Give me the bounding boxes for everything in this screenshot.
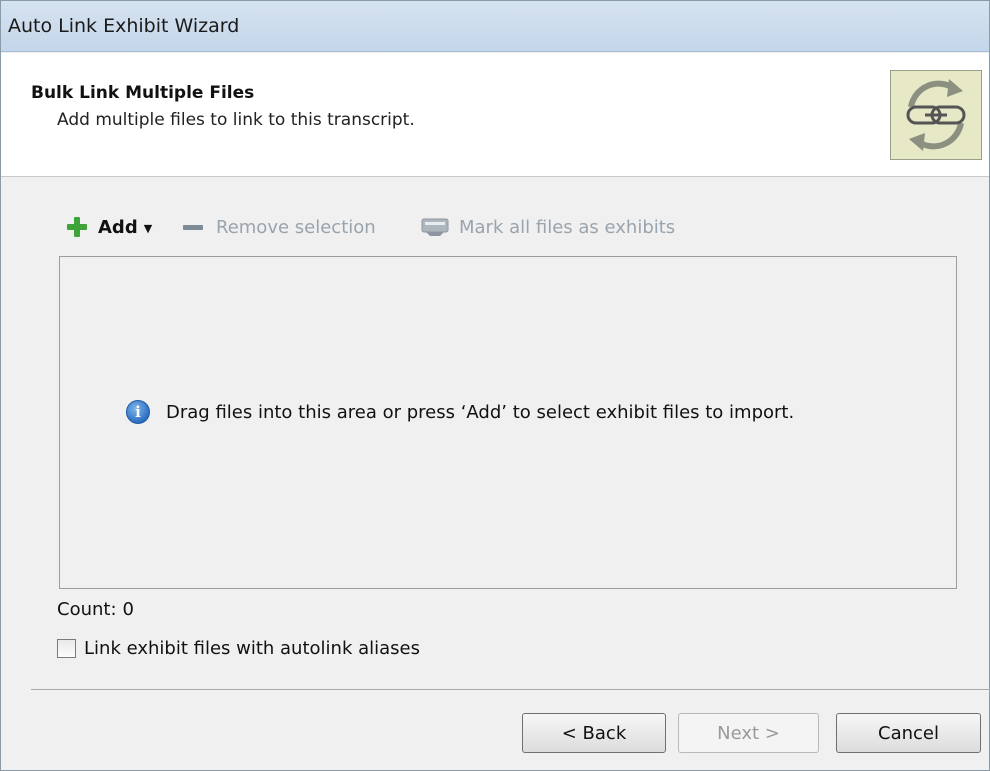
next-button[interactable]: Next > bbox=[678, 713, 819, 753]
autolink-aliases-option[interactable]: Link exhibit files with autolink aliases bbox=[57, 638, 420, 659]
add-label: Add bbox=[98, 216, 138, 238]
exhibit-stamp-icon bbox=[419, 217, 451, 237]
autolink-aliases-checkbox[interactable] bbox=[57, 639, 76, 658]
window-title: Auto Link Exhibit Wizard bbox=[8, 15, 240, 37]
page-title: Bulk Link Multiple Files bbox=[31, 83, 255, 103]
page-subtitle: Add multiple files to link to this trans… bbox=[57, 110, 415, 130]
add-button[interactable]: Add ▼ bbox=[67, 213, 152, 241]
drop-message: Drag files into this area or press ‘Add’… bbox=[166, 401, 795, 423]
remove-selection-button[interactable]: Remove selection bbox=[183, 213, 376, 241]
drop-instructions: i Drag files into this area or press ‘Ad… bbox=[126, 400, 794, 424]
autolink-aliases-label: Link exhibit files with autolink aliases bbox=[84, 638, 420, 659]
file-count: Count: 0 bbox=[57, 599, 134, 620]
minus-icon bbox=[183, 224, 203, 230]
toolbar: Add ▼ Remove selection Mark all files as… bbox=[67, 213, 767, 241]
cancel-button[interactable]: Cancel bbox=[836, 713, 981, 753]
chevron-down-icon: ▼ bbox=[143, 221, 153, 235]
back-button[interactable]: < Back bbox=[522, 713, 666, 753]
plus-icon bbox=[67, 217, 87, 237]
mark-all-exhibits-label: Mark all files as exhibits bbox=[459, 216, 676, 238]
file-drop-area[interactable]: i Drag files into this area or press ‘Ad… bbox=[59, 256, 957, 589]
footer-divider bbox=[31, 689, 990, 690]
chain-link-refresh-icon bbox=[890, 70, 982, 160]
info-icon: i bbox=[126, 400, 150, 424]
wizard-header: Bulk Link Multiple Files Add multiple fi… bbox=[1, 53, 989, 177]
wizard-window: Auto Link Exhibit Wizard Bulk Link Multi… bbox=[0, 0, 990, 771]
remove-selection-label: Remove selection bbox=[216, 216, 376, 238]
count-value: 0 bbox=[122, 599, 134, 620]
title-bar[interactable]: Auto Link Exhibit Wizard bbox=[1, 1, 989, 52]
count-label: Count: bbox=[57, 599, 117, 620]
mark-all-exhibits-button[interactable]: Mark all files as exhibits bbox=[419, 213, 675, 241]
